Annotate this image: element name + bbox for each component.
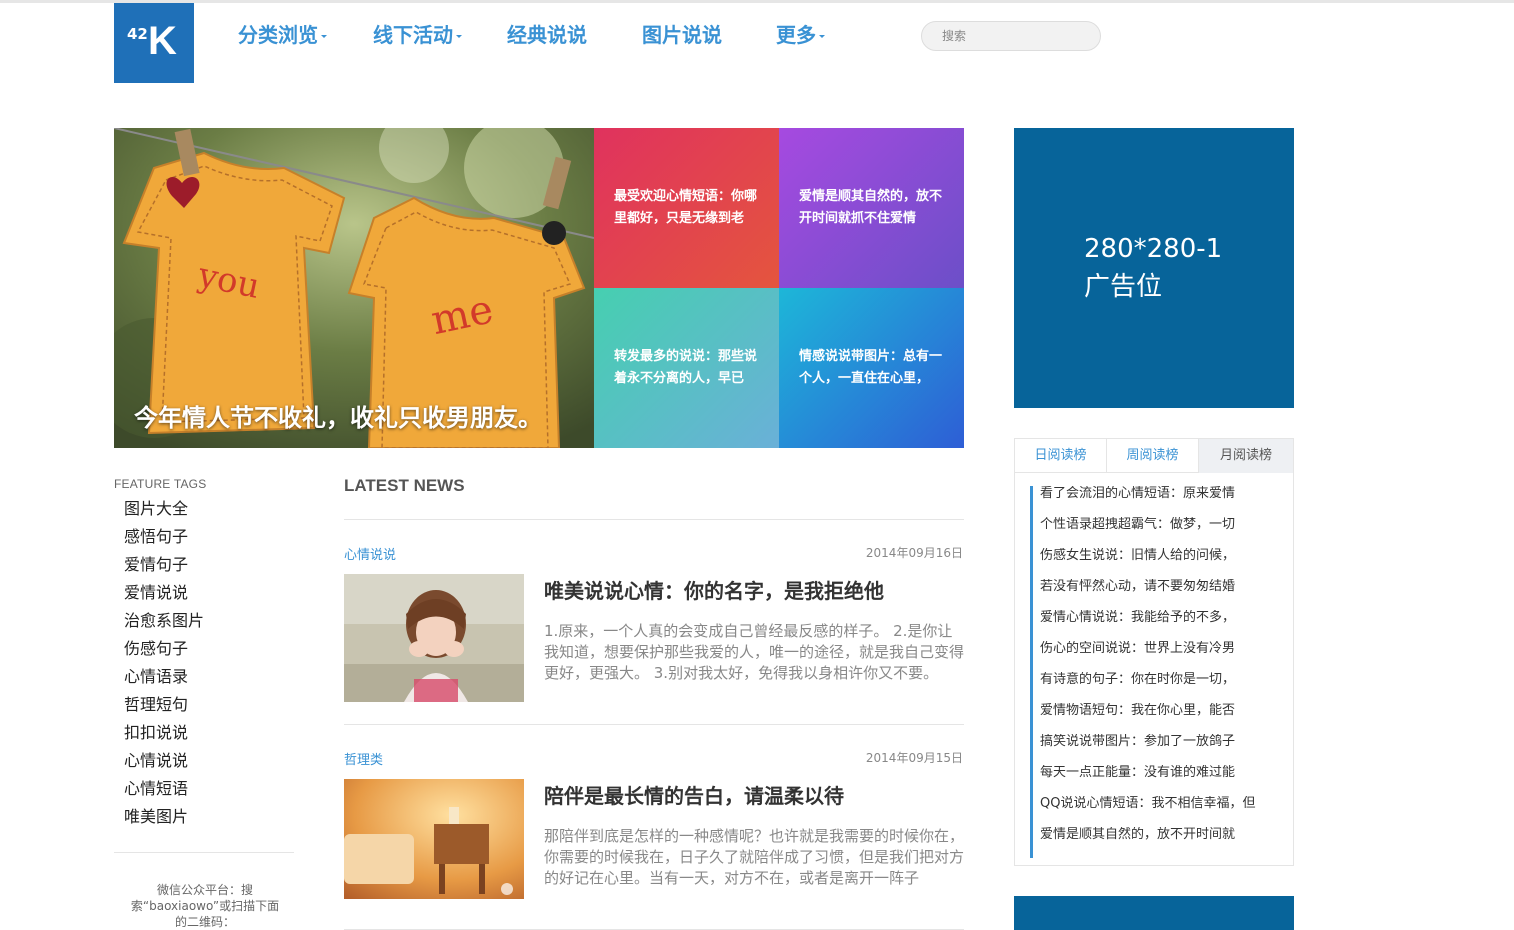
rank-item-text: QQ说说心情短语：我不相信幸福，但 [1040,796,1256,811]
nav-item-label: 线下活动 [373,23,453,47]
rank-list-item[interactable]: 伤心的空间说说：世界上没有冷男 [1030,641,1285,672]
tag-link[interactable]: 扣扣说说 [124,722,204,750]
rank-list-item[interactable]: 爱情物语短句：我在你心里，能否 [1030,703,1285,734]
feature-tags-title: FEATURE TAGS [114,477,207,491]
nav-item-offline-events[interactable]: 线下活动 [373,20,462,50]
tag-link[interactable]: 伤感句子 [124,638,204,666]
article-thumbnail-image [344,779,524,899]
ad-banner-secondary[interactable] [1014,896,1294,930]
rank-list-item[interactable]: 爱情是顺其自然的，放不开时间就 [1030,827,1285,858]
divider [344,724,964,725]
rank-list-item[interactable]: 每天一点正能量：没有谁的难过能 [1030,765,1285,796]
feature-tile[interactable]: 情感说说带图片：总有一个人，一直住在心里， [779,288,964,448]
tag-link[interactable]: 心情说说 [124,750,204,778]
feature-tile[interactable]: 最受欢迎心情短语：你哪里都好，只是无缘到老 [594,128,779,288]
article-title[interactable]: 唯美说说心情：你的名字，是我拒绝他 [544,575,884,604]
nav-item-classic-quotes[interactable]: 经典说说 [507,20,587,50]
rank-item-text: 爱情心情说说：我能给予的不多， [1040,610,1236,625]
nav-item-label: 分类浏览 [238,23,318,47]
rank-item-text: 爱情物语短句：我在你心里，能否 [1040,703,1236,718]
nav-item-more[interactable]: 更多 [776,20,825,50]
article-category[interactable]: 哲理类 [344,749,383,768]
caret-down-icon [456,35,462,38]
hero-slide[interactable]: you me 今年情人节不收礼，收礼只收男朋友。 [114,128,594,448]
logo-number: 42 [127,25,148,43]
nav-item-label: 图片说说 [642,23,722,47]
rank-list-item[interactable]: 看了会流泪的心情短语：原来爱情 [1030,486,1285,517]
rank-list-item[interactable]: 个性语录超拽超霸气：做梦，一切 [1030,517,1285,548]
rank-item-text: 若没有怦然心动，请不要匆匆结婚 [1040,579,1236,594]
tag-link[interactable]: 唯美图片 [124,806,204,834]
wechat-promo-text: 微信公众平台：搜索“baoxiaowo”或扫描下面的二维码： [130,883,280,929]
feature-tile[interactable]: 爱情是顺其自然的，放不开时间就抓不住爱情 [779,128,964,288]
rank-list-item[interactable]: 若没有怦然心动，请不要匆匆结婚 [1030,579,1285,610]
ad-size-label: 280*280-1 [1084,234,1223,264]
nav-item-category-browse[interactable]: 分类浏览 [238,20,327,50]
nav-item-label: 更多 [776,23,816,47]
tag-link[interactable]: 心情语录 [124,666,204,694]
rank-item-text: 每天一点正能量：没有谁的难过能 [1040,765,1236,780]
rank-list-item[interactable]: 爱情心情说说：我能给予的不多， [1030,610,1285,641]
rank-list-item[interactable]: 有诗意的句子：你在时你是一切， [1030,672,1285,703]
rank-item-text: 个性语录超拽超霸气：做梦，一切 [1040,517,1236,532]
tag-link[interactable]: 爱情句子 [124,554,204,582]
tag-link[interactable]: 治愈系图片 [124,610,204,638]
divider [114,852,294,853]
rank-item-text: 看了会流泪的心情短语：原来爱情 [1040,486,1236,501]
article-thumbnail[interactable] [344,574,524,702]
article-date: 2014年09月16日 [865,546,963,560]
tag-link[interactable]: 心情短语 [124,778,204,806]
article-excerpt: 1.原来，一个人真的会变成自己曾经最反感的样子。 2.是你让我知道，想要保护那些… [544,622,965,682]
rank-item-text: 爱情是顺其自然的，放不开时间就 [1040,827,1236,842]
tag-link[interactable]: 图片大全 [124,498,204,526]
hero-caption: 今年情人节不收礼，收礼只收男朋友。 [134,404,542,432]
caret-down-icon [819,35,825,38]
logo-letter: K [148,19,177,63]
article-thumbnail[interactable] [344,779,524,907]
article-date: 2014年09月15日 [865,751,963,765]
article-category[interactable]: 心情说说 [344,544,396,563]
ad-banner[interactable]: 280*280-1 广告位 [1014,128,1294,408]
tab-monthly-rank[interactable]: 月阅读榜 [1199,439,1293,473]
rank-list-item[interactable]: QQ说说心情短语：我不相信幸福，但 [1030,796,1285,827]
feature-tile-text: 爱情是顺其自然的，放不开时间就抓不住爱情 [799,189,943,226]
rank-item-text: 搞笑说说带图片：参加了一放鸽子 [1040,734,1236,749]
feature-tile[interactable]: 转发最多的说说：那些说着永不分离的人，早已 [594,288,779,448]
feature-tags-list: 图片大全 感悟句子 爱情句子 爱情说说 治愈系图片 伤感句子 心情语录 哲理短句… [124,498,204,834]
site-logo[interactable]: 42 K [114,3,194,83]
ad-text: 280*280-1 广告位 [1084,230,1222,306]
rank-list-item[interactable]: 伤感女生说说：旧情人给的问候， [1030,548,1285,579]
feature-tile-text: 情感说说带图片：总有一个人，一直住在心里， [799,349,943,386]
article-thumbnail-image [344,574,524,702]
tab-weekly-rank[interactable]: 周阅读榜 [1107,439,1199,473]
nav-item-picture-quotes[interactable]: 图片说说 [642,20,722,50]
tag-link[interactable]: 爱情说说 [124,582,204,610]
tag-link[interactable]: 哲理短句 [124,694,204,722]
rank-item-text: 伤感女生说说：旧情人给的问候， [1040,548,1236,563]
caret-down-icon [321,35,327,38]
rank-item-text: 有诗意的句子：你在时你是一切， [1040,672,1236,687]
rank-list-item[interactable]: 搞笑说说带图片：参加了一放鸽子 [1030,734,1285,765]
latest-news-title: LATEST NEWS [344,476,465,495]
top-border [0,0,1514,3]
rank-list: 看了会流泪的心情短语：原来爱情 个性语录超拽超霸气：做梦，一切 伤感女生说说：旧… [1030,486,1285,858]
tag-link[interactable]: 感悟句子 [124,526,204,554]
article-title[interactable]: 陪伴是最长情的告白，请温柔以待 [544,780,844,809]
nav-item-label: 经典说说 [507,23,587,47]
rank-tabs: 日阅读榜 周阅读榜 月阅读榜 [1015,439,1293,473]
feature-tile-text: 最受欢迎心情短语：你哪里都好，只是无缘到老 [614,189,758,226]
rank-item-text: 伤心的空间说说：世界上没有冷男 [1040,641,1236,656]
feature-tile-text: 转发最多的说说：那些说着永不分离的人，早已 [614,349,758,386]
tab-daily-rank[interactable]: 日阅读榜 [1015,439,1107,473]
divider [344,519,964,520]
search-input[interactable] [921,21,1101,51]
reading-rank-panel: 日阅读榜 周阅读榜 月阅读榜 看了会流泪的心情短语：原来爱情 个性语录超拽超霸气… [1014,438,1294,866]
article-excerpt: 那陪伴到底是怎样的一种感情呢？也许就是我需要的时候你在，你需要的时候我在，日子久… [544,827,965,887]
ad-slot-label: 广告位 [1084,272,1163,302]
